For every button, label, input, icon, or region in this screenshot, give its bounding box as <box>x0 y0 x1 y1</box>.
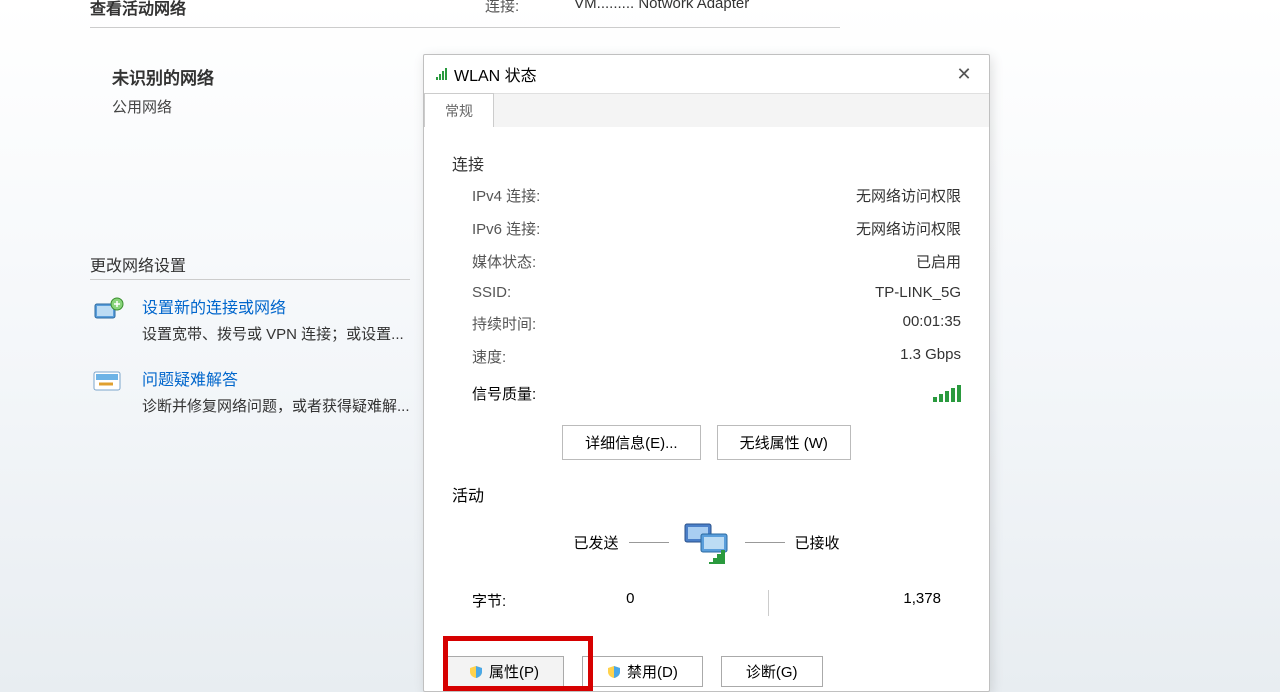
ssid-label: SSID: <box>472 284 511 301</box>
activity-line-right <box>745 542 785 543</box>
signal-quality-label: 信号质量: <box>472 383 536 404</box>
ipv6-value: 无网络访问权限 <box>856 218 961 239</box>
signal-bars-icon <box>933 384 961 402</box>
disable-button[interactable]: 禁用(D) <box>582 656 703 687</box>
wlan-status-dialog: WLAN 状态 ✕ 常规 连接 IPv4 连接: 无网络访问权限 IPv6 连接:… <box>423 54 990 692</box>
setup-connection-icon <box>90 294 130 326</box>
media-state-value: 已启用 <box>916 251 961 272</box>
media-state-label: 媒体状态: <box>472 251 536 272</box>
disable-button-label: 禁用(D) <box>627 661 678 682</box>
section-connection: 连接 <box>452 151 961 175</box>
activity-line-left <box>629 542 669 543</box>
section-change-settings: 更改网络设置 <box>90 252 410 280</box>
ipv4-label: IPv4 连接: <box>472 185 540 206</box>
connection-value: VM......... Notwork Adapter <box>574 0 749 16</box>
troubleshoot-icon <box>90 366 130 398</box>
close-button[interactable]: ✕ <box>947 64 981 85</box>
network-activity-icon <box>679 520 735 564</box>
shield-icon <box>469 665 483 679</box>
troubleshoot-desc: 诊断并修复网络问题，或者获得疑难解... <box>142 395 410 416</box>
duration-value: 00:01:35 <box>903 313 961 334</box>
bytes-sent-value: 0 <box>626 590 634 616</box>
ipv4-value: 无网络访问权限 <box>856 185 961 206</box>
sent-label: 已发送 <box>573 532 618 553</box>
troubleshoot-link[interactable]: 问题疑难解答 <box>142 366 410 390</box>
bytes-separator <box>768 590 769 616</box>
diagnose-button[interactable]: 诊断(G) <box>721 656 823 687</box>
divider <box>90 27 840 28</box>
wireless-properties-button[interactable]: 无线属性 (W) <box>717 425 851 460</box>
tab-general[interactable]: 常规 <box>424 93 494 127</box>
bytes-label: 字节: <box>472 590 506 616</box>
properties-button-label: 属性(P) <box>489 661 539 682</box>
properties-button[interactable]: 属性(P) <box>444 656 564 687</box>
section-activity: 活动 <box>452 482 961 506</box>
setup-connection-link[interactable]: 设置新的连接或网络 <box>142 294 404 318</box>
connection-label: 连接: <box>485 0 519 16</box>
dialog-title: WLAN 状态 <box>454 62 537 86</box>
duration-label: 持续时间: <box>472 313 536 334</box>
speed-label: 速度: <box>472 346 506 367</box>
ipv6-label: IPv6 连接: <box>472 218 540 239</box>
speed-value: 1.3 Gbps <box>900 346 961 367</box>
ssid-value: TP-LINK_5G <box>875 284 961 301</box>
tab-strip: 常规 <box>424 93 989 127</box>
bytes-received-value: 1,378 <box>903 590 941 616</box>
details-button[interactable]: 详细信息(E)... <box>562 425 701 460</box>
shield-icon <box>607 665 621 679</box>
received-label: 已接收 <box>795 532 840 553</box>
diagnose-button-label: 诊断(G) <box>746 661 798 682</box>
setup-connection-desc: 设置宽带、拨号或 VPN 连接；或设置... <box>142 323 404 344</box>
wlan-signal-icon <box>436 68 447 80</box>
